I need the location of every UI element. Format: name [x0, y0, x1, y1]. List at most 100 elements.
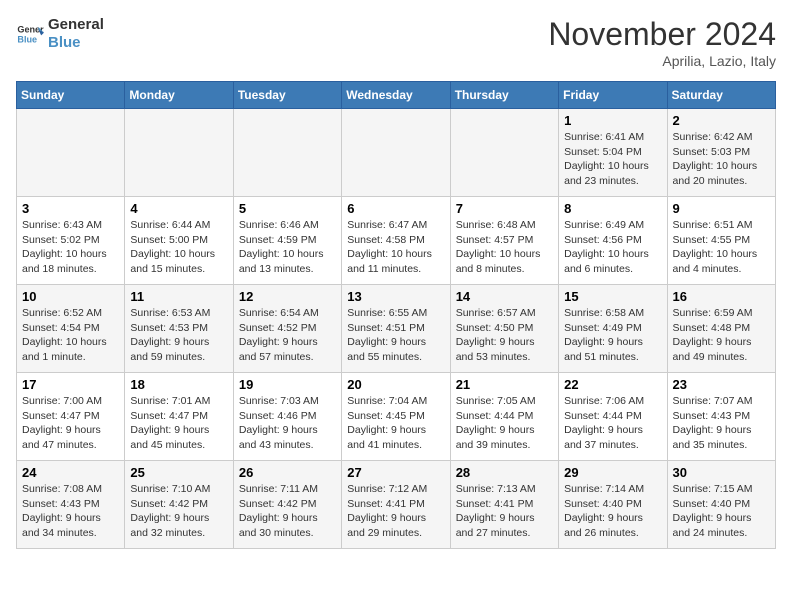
- day-number: 22: [564, 377, 661, 392]
- calendar-cell: 17Sunrise: 7:00 AMSunset: 4:47 PMDayligh…: [17, 373, 125, 461]
- calendar-week-1: 1 Sunrise: 6:41 AMSunset: 5:04 PMDaylight…: [17, 109, 776, 197]
- calendar-table: SundayMondayTuesdayWednesdayThursdayFrid…: [16, 81, 776, 549]
- day-number: 9: [673, 201, 770, 216]
- day-number: 7: [456, 201, 553, 216]
- calendar-cell: 11 Sunrise: 6:53 AMSunset: 4:53 PMDayligh…: [125, 285, 233, 373]
- day-info: Sunrise: 6:47 AMSunset: 4:58 PMDaylight:…: [347, 218, 444, 277]
- day-info: Sunrise: 6:51 AMSunset: 4:55 PMDaylight:…: [673, 218, 770, 277]
- day-number: 11: [130, 289, 227, 304]
- calendar-cell: [233, 109, 341, 197]
- day-info: Sunrise: 6:49 AMSunset: 4:56 PMDaylight:…: [564, 218, 661, 277]
- day-number: 21: [456, 377, 553, 392]
- day-number: 20: [347, 377, 444, 392]
- day-number: 5: [239, 201, 336, 216]
- day-info: Sunrise: 7:14 AMSunset: 4:40 PMDaylight:…: [564, 482, 661, 541]
- day-info: Sunrise: 7:00 AMSunset: 4:47 PMDaylight:…: [22, 394, 119, 453]
- day-info: Sunrise: 7:05 AMSunset: 4:44 PMDaylight:…: [456, 394, 553, 453]
- day-number: 8: [564, 201, 661, 216]
- calendar-cell: 18 Sunrise: 7:01 AMSunset: 4:47 PMDayligh…: [125, 373, 233, 461]
- column-header-friday: Friday: [559, 82, 667, 109]
- day-info: Sunrise: 7:13 AMSunset: 4:41 PMDaylight:…: [456, 482, 553, 541]
- calendar-cell: 27 Sunrise: 7:12 AMSunset: 4:41 PMDayligh…: [342, 461, 450, 549]
- calendar-cell: 22Sunrise: 7:06 AMSunset: 4:44 PMDayligh…: [559, 373, 667, 461]
- calendar-week-2: 3 Sunrise: 6:43 AMSunset: 5:02 PMDaylight…: [17, 197, 776, 285]
- column-header-sunday: Sunday: [17, 82, 125, 109]
- day-number: 15: [564, 289, 661, 304]
- calendar-cell: 3 Sunrise: 6:43 AMSunset: 5:02 PMDaylight…: [17, 197, 125, 285]
- day-info: Sunrise: 6:41 AMSunset: 5:04 PMDaylight:…: [564, 130, 661, 189]
- day-number: 12: [239, 289, 336, 304]
- day-number: 18: [130, 377, 227, 392]
- calendar-week-4: 17Sunrise: 7:00 AMSunset: 4:47 PMDayligh…: [17, 373, 776, 461]
- calendar-cell: [342, 109, 450, 197]
- day-number: 3: [22, 201, 119, 216]
- calendar-cell: 10 Sunrise: 6:52 AMSunset: 4:54 PMDayligh…: [17, 285, 125, 373]
- day-info: Sunrise: 6:52 AMSunset: 4:54 PMDaylight:…: [22, 306, 119, 365]
- day-info: Sunrise: 6:44 AMSunset: 5:00 PMDaylight:…: [130, 218, 227, 277]
- day-number: 10: [22, 289, 119, 304]
- calendar-cell: 7 Sunrise: 6:48 AMSunset: 4:57 PMDaylight…: [450, 197, 558, 285]
- logo-line2: Blue: [48, 34, 104, 52]
- day-info: Sunrise: 7:08 AMSunset: 4:43 PMDaylight:…: [22, 482, 119, 541]
- calendar-cell: 29 Sunrise: 7:14 AMSunset: 4:40 PMDayligh…: [559, 461, 667, 549]
- location: Aprilia, Lazio, Italy: [548, 53, 776, 69]
- calendar-cell: 9 Sunrise: 6:51 AMSunset: 4:55 PMDaylight…: [667, 197, 775, 285]
- day-number: 4: [130, 201, 227, 216]
- day-number: 28: [456, 465, 553, 480]
- day-number: 25: [130, 465, 227, 480]
- calendar-cell: 26Sunrise: 7:11 AMSunset: 4:42 PMDayligh…: [233, 461, 341, 549]
- calendar-week-3: 10 Sunrise: 6:52 AMSunset: 4:54 PMDayligh…: [17, 285, 776, 373]
- day-number: 27: [347, 465, 444, 480]
- day-info: Sunrise: 7:04 AMSunset: 4:45 PMDaylight:…: [347, 394, 444, 453]
- calendar-cell: 13 Sunrise: 6:55 AMSunset: 4:51 PMDayligh…: [342, 285, 450, 373]
- day-info: Sunrise: 6:55 AMSunset: 4:51 PMDaylight:…: [347, 306, 444, 365]
- day-info: Sunrise: 6:53 AMSunset: 4:53 PMDaylight:…: [130, 306, 227, 365]
- calendar-cell: 5 Sunrise: 6:46 AMSunset: 4:59 PMDaylight…: [233, 197, 341, 285]
- month-title: November 2024: [548, 16, 776, 53]
- calendar-cell: 21 Sunrise: 7:05 AMSunset: 4:44 PMDayligh…: [450, 373, 558, 461]
- day-info: Sunrise: 7:12 AMSunset: 4:41 PMDaylight:…: [347, 482, 444, 541]
- day-info: Sunrise: 6:57 AMSunset: 4:50 PMDaylight:…: [456, 306, 553, 365]
- calendar-header-row: SundayMondayTuesdayWednesdayThursdayFrid…: [17, 82, 776, 109]
- day-info: Sunrise: 6:48 AMSunset: 4:57 PMDaylight:…: [456, 218, 553, 277]
- calendar-cell: 1 Sunrise: 6:41 AMSunset: 5:04 PMDaylight…: [559, 109, 667, 197]
- day-number: 19: [239, 377, 336, 392]
- calendar-cell: 15 Sunrise: 6:58 AMSunset: 4:49 PMDayligh…: [559, 285, 667, 373]
- day-number: 30: [673, 465, 770, 480]
- svg-text:Blue: Blue: [17, 34, 37, 44]
- calendar-cell: [125, 109, 233, 197]
- day-info: Sunrise: 6:46 AMSunset: 4:59 PMDaylight:…: [239, 218, 336, 277]
- calendar-cell: 16 Sunrise: 6:59 AMSunset: 4:48 PMDayligh…: [667, 285, 775, 373]
- calendar-cell: 4 Sunrise: 6:44 AMSunset: 5:00 PMDaylight…: [125, 197, 233, 285]
- day-number: 13: [347, 289, 444, 304]
- calendar-cell: 25 Sunrise: 7:10 AMSunset: 4:42 PMDayligh…: [125, 461, 233, 549]
- calendar-cell: 20 Sunrise: 7:04 AMSunset: 4:45 PMDayligh…: [342, 373, 450, 461]
- day-number: 16: [673, 289, 770, 304]
- page-header: General Blue General Blue November 2024 …: [16, 16, 776, 69]
- day-number: 14: [456, 289, 553, 304]
- day-info: Sunrise: 6:54 AMSunset: 4:52 PMDaylight:…: [239, 306, 336, 365]
- calendar-cell: 23 Sunrise: 7:07 AMSunset: 4:43 PMDayligh…: [667, 373, 775, 461]
- day-number: 24: [22, 465, 119, 480]
- day-info: Sunrise: 7:10 AMSunset: 4:42 PMDaylight:…: [130, 482, 227, 541]
- day-number: 6: [347, 201, 444, 216]
- day-info: Sunrise: 7:01 AMSunset: 4:47 PMDaylight:…: [130, 394, 227, 453]
- day-info: Sunrise: 7:07 AMSunset: 4:43 PMDaylight:…: [673, 394, 770, 453]
- calendar-cell: [450, 109, 558, 197]
- calendar-cell: 19Sunrise: 7:03 AMSunset: 4:46 PMDayligh…: [233, 373, 341, 461]
- day-number: 23: [673, 377, 770, 392]
- logo-icon: General Blue: [16, 20, 44, 48]
- calendar-cell: 14 Sunrise: 6:57 AMSunset: 4:50 PMDayligh…: [450, 285, 558, 373]
- column-header-saturday: Saturday: [667, 82, 775, 109]
- calendar-cell: 8 Sunrise: 6:49 AMSunset: 4:56 PMDaylight…: [559, 197, 667, 285]
- day-info: Sunrise: 6:43 AMSunset: 5:02 PMDaylight:…: [22, 218, 119, 277]
- day-number: 2: [673, 113, 770, 128]
- calendar-cell: 6 Sunrise: 6:47 AMSunset: 4:58 PMDaylight…: [342, 197, 450, 285]
- day-info: Sunrise: 6:59 AMSunset: 4:48 PMDaylight:…: [673, 306, 770, 365]
- day-number: 29: [564, 465, 661, 480]
- day-info: Sunrise: 7:15 AMSunset: 4:40 PMDaylight:…: [673, 482, 770, 541]
- calendar-week-5: 24 Sunrise: 7:08 AMSunset: 4:43 PMDayligh…: [17, 461, 776, 549]
- day-number: 1: [564, 113, 661, 128]
- calendar-cell: 12 Sunrise: 6:54 AMSunset: 4:52 PMDayligh…: [233, 285, 341, 373]
- day-info: Sunrise: 6:58 AMSunset: 4:49 PMDaylight:…: [564, 306, 661, 365]
